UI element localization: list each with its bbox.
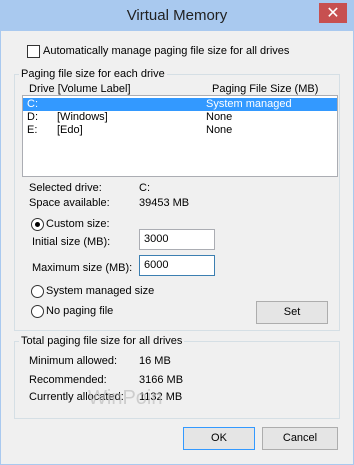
no-paging-radio[interactable]	[31, 305, 44, 318]
auto-manage-checkbox[interactable]	[27, 45, 40, 58]
ok-button[interactable]: OK	[183, 427, 255, 450]
dialog-body: Automatically manage paging file size fo…	[8, 31, 346, 457]
paging-size: None	[206, 124, 233, 136]
recommended-value: 3166 MB	[139, 374, 184, 386]
drive-group-title: Paging file size for each drive	[19, 68, 167, 80]
drive-row-e[interactable]: E: [Edo] None	[23, 124, 337, 137]
minimum-allowed-value: 16 MB	[139, 355, 171, 367]
drive-row-d[interactable]: D: [Windows] None	[23, 111, 337, 124]
recommended-label: Recommended:	[29, 374, 107, 386]
initial-size-input[interactable]: 3000	[139, 229, 215, 250]
space-available-label: Space available:	[29, 197, 110, 209]
virtual-memory-dialog: Virtual Memory ✕ Automatically manage pa…	[0, 0, 354, 465]
maximum-size-input[interactable]: 6000	[139, 255, 215, 276]
system-managed-radio[interactable]	[31, 285, 44, 298]
space-available-value: 39453 MB	[139, 197, 190, 209]
drive-letter: E:	[27, 124, 38, 136]
no-paging-label[interactable]: No paging file	[46, 305, 113, 317]
column-header-size: Paging File Size (MB)	[212, 83, 319, 95]
custom-size-label[interactable]: Custom size:	[46, 218, 110, 230]
column-header-drive: Drive [Volume Label]	[29, 83, 131, 95]
drive-list[interactable]: C: System managed D: [Windows] None E: […	[22, 95, 338, 177]
maximum-size-label: Maximum size (MB):	[32, 262, 133, 274]
auto-manage-label[interactable]: Automatically manage paging file size fo…	[43, 45, 289, 57]
custom-size-radio[interactable]	[31, 218, 44, 231]
close-button[interactable]: ✕	[319, 3, 347, 23]
system-managed-label[interactable]: System managed size	[46, 285, 154, 297]
radio-selected-dot	[35, 222, 40, 227]
paging-size: None	[206, 111, 233, 123]
volume-label: [Windows]	[57, 111, 108, 123]
drive-row-c[interactable]: C: System managed	[23, 98, 337, 111]
title-bar[interactable]: Virtual Memory ✕	[1, 1, 353, 31]
totals-group-title: Total paging file size for all drives	[19, 335, 185, 347]
volume-label: [Edo]	[57, 124, 83, 136]
winpoin-watermark: WinPoin	[88, 387, 163, 409]
initial-size-label: Initial size (MB):	[32, 236, 111, 248]
drive-letter: C:	[27, 98, 38, 110]
window-title: Virtual Memory	[126, 7, 228, 24]
set-button[interactable]: Set	[256, 301, 328, 324]
drive-letter: D:	[27, 111, 38, 123]
cancel-button[interactable]: Cancel	[262, 427, 338, 450]
selected-drive-value: C:	[139, 182, 150, 194]
selected-drive-label: Selected drive:	[29, 182, 102, 194]
minimum-allowed-label: Minimum allowed:	[29, 355, 118, 367]
paging-size: System managed	[206, 98, 292, 110]
